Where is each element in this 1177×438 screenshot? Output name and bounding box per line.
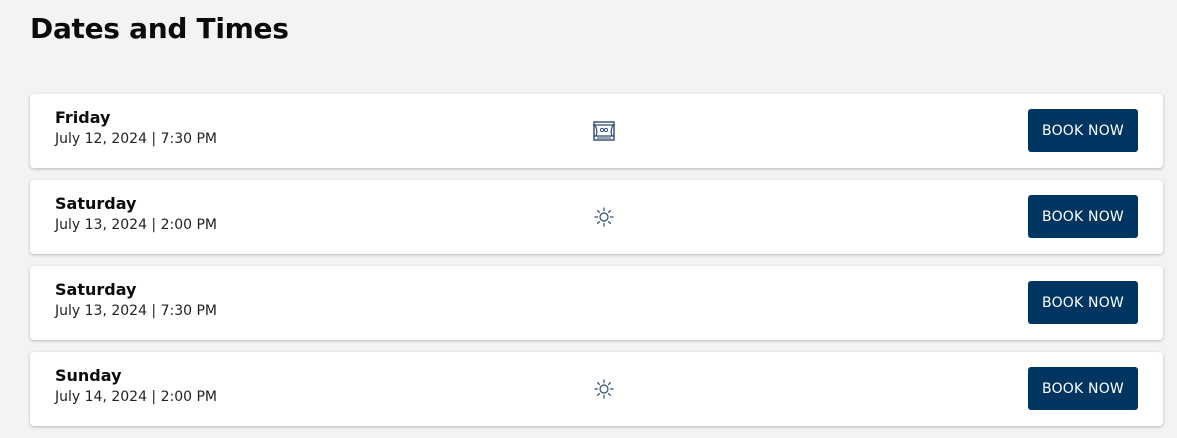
dates-and-times-page: Dates and Times Friday July 12, 2024 | 7…	[0, 0, 1177, 438]
date-row: Friday July 12, 2024 | 7:30 PM BOOK NOW	[30, 94, 1163, 168]
date-info: Saturday July 13, 2024 | 2:00 PM	[55, 194, 217, 234]
date-row: Saturday July 13, 2024 | 7:30 PM BOOK NO…	[30, 266, 1163, 340]
day-label: Saturday	[55, 194, 137, 213]
book-now-button[interactable]: BOOK NOW	[1028, 195, 1138, 238]
date-time-label: July 14, 2024 | 2:00 PM	[55, 389, 217, 405]
date-info: Saturday July 13, 2024 | 7:30 PM	[55, 280, 217, 320]
dates-list: Friday July 12, 2024 | 7:30 PM BOOK NOW	[30, 94, 1163, 438]
date-time-label: July 13, 2024 | 2:00 PM	[55, 217, 217, 233]
date-info: Friday July 12, 2024 | 7:30 PM	[55, 108, 217, 148]
sun-icon	[592, 206, 616, 228]
theater-icon	[592, 120, 616, 142]
book-now-button[interactable]: BOOK NOW	[1028, 367, 1138, 410]
sun-icon	[592, 378, 616, 400]
date-info: Sunday July 14, 2024 | 2:00 PM	[55, 366, 217, 406]
date-time-label: July 13, 2024 | 7:30 PM	[55, 303, 217, 319]
date-row: Sunday July 14, 2024 | 2:00 PM BOOK NOW	[30, 352, 1163, 426]
date-time-label: July 12, 2024 | 7:30 PM	[55, 131, 217, 147]
day-label: Saturday	[55, 280, 137, 299]
page-title: Dates and Times	[30, 12, 289, 45]
book-now-button[interactable]: BOOK NOW	[1028, 109, 1138, 152]
date-row: Saturday July 13, 2024 | 2:00 PM BOOK NO…	[30, 180, 1163, 254]
book-now-button[interactable]: BOOK NOW	[1028, 281, 1138, 324]
day-label: Sunday	[55, 366, 122, 385]
day-label: Friday	[55, 108, 111, 127]
